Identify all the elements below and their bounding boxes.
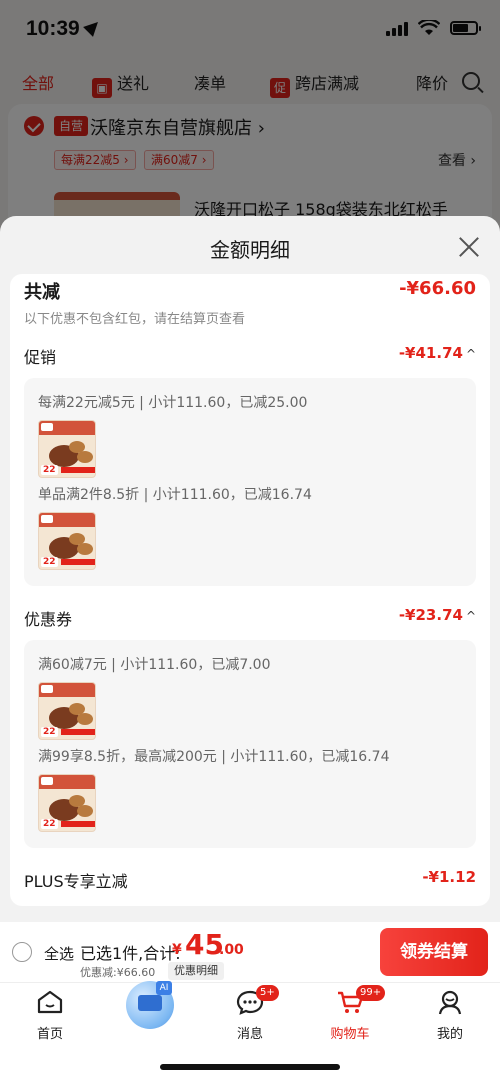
discount-summary: 优惠减:¥66.60 (80, 966, 156, 979)
total-discount-value: -¥66.60 (399, 278, 476, 299)
checkout-button[interactable]: 领券结算 (380, 928, 488, 976)
tab-home-label: 首页 (36, 1027, 63, 1042)
tab-me[interactable]: 我的 (410, 989, 490, 1042)
coupon-rule: 满99享8.5折，最高减200元 | 小计111.60，已减16.74 (38, 749, 390, 765)
selection-summary: 已选1件,合计: (80, 944, 181, 963)
tab-cart-label: 购物车 (330, 1027, 370, 1042)
promotion-value[interactable]: -¥41.74 ^ (399, 344, 476, 362)
select-all-label[interactable]: 全选 (44, 943, 74, 964)
plus-discount-value: -¥1.12 (422, 868, 476, 886)
promotion-box: 每满22元减5元 | 小计111.60，已减25.00 22 单品满2件8.5折… (24, 378, 476, 586)
tab-messages[interactable]: 5+ 消息 (210, 985, 290, 1042)
product-thumbnail: 22 (38, 774, 96, 832)
total-price-decimal: .00 (219, 942, 244, 958)
ai-assistant-icon (138, 995, 162, 1011)
close-icon[interactable] (458, 236, 480, 258)
tab-me-label: 我的 (436, 1027, 463, 1042)
sheet-header: 金额明细 (0, 216, 500, 276)
promotion-rule: 每满22元减5元 | 小计111.60，已减25.00 (38, 395, 308, 411)
plus-discount-label: PLUS专享立减 (24, 872, 128, 891)
discount-detail-card: 共减 -¥66.60 以下优惠不包含红包，请在结算页查看 促销 -¥41.74 ^… (10, 274, 490, 906)
product-thumbnail: 22 (38, 682, 96, 740)
sheet-title: 金额明细 (210, 238, 290, 262)
promotion-label: 促销 (24, 348, 57, 367)
tab-home[interactable]: 首页 (10, 989, 90, 1042)
checkout-bar: 全选 已选1件,合计: ¥ 45 .00 优惠减:¥66.60 优惠明细 领券结… (0, 922, 500, 982)
cart-badge: 99+ (356, 985, 386, 1001)
coupon-rule: 满60减7元 | 小计111.60，已减7.00 (38, 657, 271, 673)
price-currency: ¥ (172, 942, 182, 958)
total-discount-note: 以下优惠不包含红包，请在结算页查看 (24, 312, 246, 327)
promotion-rule: 单品满2件8.5折 | 小计111.60，已减16.74 (38, 487, 312, 503)
total-discount-label: 共减 (24, 282, 60, 303)
tab-cart[interactable]: 99+ 购物车 (310, 985, 390, 1042)
user-icon (438, 990, 462, 1015)
coupon-box: 满60减7元 | 小计111.60，已减7.00 22 满99享8.5折，最高减… (24, 640, 476, 848)
home-icon (37, 990, 63, 1014)
chevron-up-icon: ^ (465, 609, 476, 623)
select-all-radio[interactable] (12, 942, 32, 962)
product-thumbnail: 22 (38, 420, 96, 478)
chevron-up-icon: ^ (465, 347, 476, 361)
ai-assistant-button[interactable]: AI (126, 981, 174, 1029)
home-indicator[interactable] (160, 1064, 340, 1070)
discount-detail-button[interactable]: 优惠明细 (168, 962, 224, 980)
ai-tag: AI (156, 981, 172, 995)
messages-badge: 5+ (256, 985, 279, 1001)
coupon-value[interactable]: -¥23.74 ^ (399, 606, 476, 624)
tab-messages-label: 消息 (236, 1027, 263, 1042)
coupon-label: 优惠券 (24, 610, 73, 629)
product-thumbnail: 22 (38, 512, 96, 570)
